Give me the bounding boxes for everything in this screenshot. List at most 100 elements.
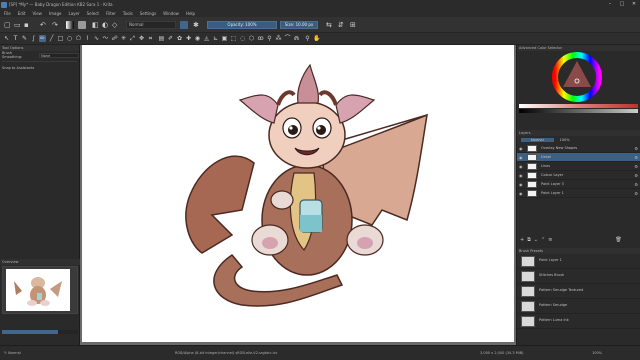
- menu-view[interactable]: View: [32, 11, 42, 16]
- gradient-tool-icon[interactable]: ▤: [158, 35, 165, 42]
- elliptical-selection-tool-icon[interactable]: ◌: [239, 35, 246, 42]
- menu-file[interactable]: File: [4, 11, 11, 16]
- bezier-selection-tool-icon[interactable]: ⌒: [284, 35, 291, 42]
- menu-window[interactable]: Window: [163, 11, 179, 16]
- layer-row[interactable]: ◉ Overlay New Shapes ⚙: [517, 144, 640, 153]
- transform-tool-icon[interactable]: ⤢: [129, 35, 136, 42]
- overview-panel[interactable]: [2, 266, 78, 314]
- bezier-tool-icon[interactable]: ∿: [93, 35, 100, 42]
- mirror-horizontal-icon[interactable]: ⇆: [326, 20, 332, 30]
- alpha-lock-icon[interactable]: ◐: [102, 20, 108, 30]
- assistant-tool-icon[interactable]: ◬: [203, 35, 210, 42]
- brush-smoothing-combo[interactable]: None: [39, 52, 79, 58]
- layer-blend-combo[interactable]: Normal: [521, 138, 554, 142]
- color-selector-panel[interactable]: [517, 51, 640, 103]
- select-shapes-tool-icon[interactable]: ↖: [3, 35, 10, 42]
- minimize-button[interactable]: –: [604, 0, 616, 9]
- magnetic-selection-tool-icon[interactable]: ⋒: [293, 35, 300, 42]
- brush-settings-icon[interactable]: ✱: [193, 20, 199, 30]
- opacity-slider[interactable]: Opacity: 100%: [207, 21, 277, 29]
- visibility-eye-icon[interactable]: ◉: [519, 164, 523, 169]
- overview-zoom-slider[interactable]: [2, 330, 78, 334]
- new-document-icon[interactable]: ▢: [4, 20, 11, 30]
- close-button[interactable]: ✕: [628, 0, 640, 9]
- pattern-swatch[interactable]: [78, 21, 86, 29]
- fill-icon[interactable]: ◧: [92, 20, 99, 30]
- size-slider[interactable]: Size: 10.00 px: [280, 21, 318, 29]
- layer-properties-icon[interactable]: ⚙: [634, 189, 638, 198]
- menu-edit[interactable]: Edit: [18, 11, 26, 16]
- zoom-tool-icon[interactable]: ⚲: [304, 35, 311, 42]
- freehand-selection-tool-icon[interactable]: ꝏ: [257, 35, 264, 42]
- menu-layer[interactable]: Layer: [68, 11, 79, 16]
- document-canvas[interactable]: [82, 45, 514, 342]
- brush-preset-button[interactable]: [180, 21, 188, 29]
- move-tool-icon[interactable]: ✥: [138, 35, 145, 42]
- crop-tool-icon[interactable]: ⌗: [147, 35, 154, 42]
- brush-preset-item[interactable]: Pattern Smudge: [517, 299, 640, 314]
- mirror-vertical-icon[interactable]: ⇵: [338, 20, 344, 30]
- menu-help[interactable]: Help: [186, 11, 195, 16]
- status-zoom[interactable]: 100%: [592, 351, 602, 355]
- undo-icon[interactable]: ↶: [40, 20, 46, 30]
- layer-properties-icon[interactable]: ⚙: [634, 153, 638, 162]
- duplicate-layer-icon[interactable]: ⧉: [527, 236, 531, 244]
- layer-menu-icon[interactable]: ≡: [548, 236, 552, 244]
- polygon-tool-icon[interactable]: ⬠: [75, 35, 82, 42]
- brush-preset-item[interactable]: Pattern Luma Ink: [517, 314, 640, 329]
- reference-images-tool-icon[interactable]: ▣: [221, 35, 228, 42]
- colorize-mask-tool-icon[interactable]: ✿: [176, 35, 183, 42]
- menu-settings[interactable]: Settings: [140, 11, 156, 16]
- blend-mode-combo[interactable]: Normal: [126, 21, 176, 29]
- layer-row[interactable]: ◉ Paint Layer 1 ⚙: [517, 189, 640, 198]
- move-layer-down-icon[interactable]: ⌄: [534, 236, 538, 244]
- similar-selection-tool-icon[interactable]: ⁂: [275, 35, 282, 42]
- dynamic-brush-tool-icon[interactable]: ☍: [111, 35, 118, 42]
- layer-row[interactable]: ◉ Paint Layer 3 ⚙: [517, 180, 640, 189]
- contiguous-selection-tool-icon[interactable]: ⚲: [266, 35, 273, 42]
- maximize-button[interactable]: □: [616, 0, 628, 9]
- color-wheel[interactable]: [517, 51, 640, 103]
- menu-select[interactable]: Select: [87, 11, 99, 16]
- brush-preset-item[interactable]: Paint Layer 1: [517, 254, 640, 269]
- polyline-tool-icon[interactable]: ⌇: [84, 35, 91, 42]
- canvas-area[interactable]: [80, 45, 516, 345]
- redo-icon[interactable]: ↷: [52, 20, 58, 30]
- menu-filter[interactable]: Filter: [106, 11, 116, 16]
- brush-preset-item[interactable]: Stitches Brush: [517, 269, 640, 284]
- save-icon[interactable]: ▪: [24, 20, 29, 30]
- fill-tool-icon[interactable]: ◉: [194, 35, 201, 42]
- layer-row-active[interactable]: ◉ Detail ⚙: [517, 153, 640, 162]
- pan-tool-icon[interactable]: ✋: [313, 35, 320, 42]
- visibility-eye-icon[interactable]: ◉: [519, 146, 523, 151]
- layer-opacity-field[interactable]: 100%: [560, 138, 570, 142]
- freehand-path-tool-icon[interactable]: 〜: [102, 35, 109, 42]
- multibrush-tool-icon[interactable]: ✳: [120, 35, 127, 42]
- open-document-icon[interactable]: ▭: [14, 20, 21, 30]
- rectangular-selection-tool-icon[interactable]: ⬚: [230, 35, 237, 42]
- rectangle-tool-icon[interactable]: □: [57, 35, 64, 42]
- layer-properties-icon[interactable]: ⚙: [634, 144, 638, 153]
- menu-tools[interactable]: Tools: [123, 11, 133, 16]
- layer-properties-icon[interactable]: ⚙: [634, 162, 638, 171]
- value-slider[interactable]: [519, 109, 638, 113]
- freehand-brush-tool-icon[interactable]: ✏: [39, 35, 46, 42]
- line-tool-icon[interactable]: ╱: [48, 35, 55, 42]
- wrap-mode-icon[interactable]: ⊞: [350, 20, 356, 30]
- text-tool-icon[interactable]: T: [12, 35, 19, 42]
- delete-layer-icon[interactable]: 🗑: [615, 236, 621, 244]
- gradient-swatch[interactable]: [66, 21, 74, 29]
- smart-patch-tool-icon[interactable]: ✚: [185, 35, 192, 42]
- visibility-eye-icon[interactable]: ◉: [519, 191, 523, 196]
- measure-tool-icon[interactable]: ⊾: [212, 35, 219, 42]
- edit-shapes-tool-icon[interactable]: ✎: [21, 35, 28, 42]
- polygonal-selection-tool-icon[interactable]: ⬡: [248, 35, 255, 42]
- visibility-eye-icon[interactable]: ◉: [519, 155, 523, 160]
- layer-row[interactable]: ◉ Lines ⚙: [517, 162, 640, 171]
- eraser-icon[interactable]: ◇: [112, 20, 117, 30]
- layer-properties-icon[interactable]: ⚙: [634, 180, 638, 189]
- saturation-slider[interactable]: [519, 104, 638, 108]
- snap-assistants-row[interactable]: Snap to Assistants: [0, 64, 79, 72]
- visibility-eye-icon[interactable]: ◉: [519, 182, 523, 187]
- visibility-eye-icon[interactable]: ◉: [519, 173, 523, 178]
